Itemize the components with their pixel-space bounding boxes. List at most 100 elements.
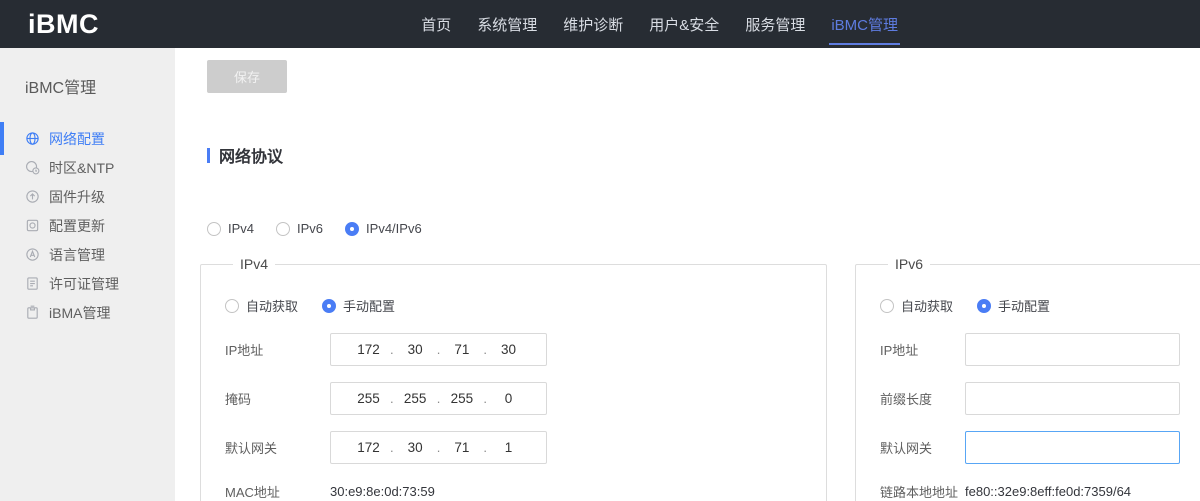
radio-label: IPv4/IPv6 <box>366 221 422 236</box>
protocol-fieldsets: IPv4 自动获取 手动配置 IP地址 172 30 71 30 <box>200 256 1200 501</box>
radio-label: 手动配置 <box>343 296 395 315</box>
ip-octet[interactable]: 30 <box>487 342 530 357</box>
nav-item-services[interactable]: 服务管理 <box>743 0 807 48</box>
ip-octet[interactable]: 255 <box>394 391 437 406</box>
timezone-clock-icon <box>25 160 40 175</box>
ipv4-legend: IPv4 <box>233 256 275 272</box>
ipv4-radio-auto[interactable]: 自动获取 <box>225 296 298 315</box>
nav-item-home[interactable]: 首页 <box>419 0 453 48</box>
ip-octet[interactable]: 71 <box>440 342 483 357</box>
ipv6-linklocal-row: 链路本地地址 fe80::32e9:8eff:fe0d:7359/64 <box>880 482 1200 501</box>
sidebar-item-label: iBMA管理 <box>49 303 110 323</box>
upgrade-arrow-icon <box>25 189 40 204</box>
config-update-icon <box>25 218 40 233</box>
nav-item-ibmc-management[interactable]: iBMC管理 <box>829 0 900 48</box>
sidebar-item-timezone-ntp[interactable]: 时区&NTP <box>0 153 175 182</box>
ipv4-gateway-input[interactable]: 172 30 71 1 <box>330 431 547 464</box>
ipv6-legend: IPv6 <box>888 256 930 272</box>
radio-ipv4[interactable]: IPv4 <box>207 221 254 236</box>
sidebar-title: iBMC管理 <box>0 48 175 98</box>
ip-octet[interactable]: 255 <box>440 391 483 406</box>
ipv6-prefix-label: 前缀长度 <box>880 389 965 408</box>
sidebar-item-firmware-upgrade[interactable]: 固件升级 <box>0 182 175 211</box>
ipv4-radio-manual[interactable]: 手动配置 <box>322 296 395 315</box>
ipv6-linklocal-value: fe80::32e9:8eff:fe0d:7359/64 <box>965 484 1131 499</box>
ipv4-ip-label: IP地址 <box>225 340 330 359</box>
radio-ipv6[interactable]: IPv6 <box>276 221 323 236</box>
ipv6-radio-auto[interactable]: 自动获取 <box>880 296 953 315</box>
ip-octet[interactable]: 172 <box>347 440 390 455</box>
sidebar-item-label: 时区&NTP <box>49 158 114 178</box>
ipv4-fieldset: IPv4 自动获取 手动配置 IP地址 172 30 71 30 <box>200 256 827 501</box>
sidebar-menu: 网络配置 时区&NTP 固件升级 配置更新 <box>0 124 175 327</box>
radio-label: 自动获取 <box>246 296 298 315</box>
radio-circle-selected[interactable] <box>345 222 359 236</box>
globe-icon <box>25 131 40 146</box>
ipv4-mac-row: MAC地址 30:e9:8e:0d:73:59 <box>225 482 802 501</box>
ip-octet[interactable]: 30 <box>394 440 437 455</box>
section-title-text: 网络协议 <box>219 143 283 167</box>
radio-label: 手动配置 <box>998 296 1050 315</box>
sidebar-item-label: 配置更新 <box>49 216 105 236</box>
ip-octet[interactable]: 71 <box>440 440 483 455</box>
section-title-accent-bar <box>207 148 210 163</box>
ipv6-fieldset: IPv6 自动获取 手动配置 IP地址 前缀长度 默认 <box>855 256 1200 501</box>
ipv6-ip-input[interactable] <box>965 333 1180 366</box>
language-icon <box>25 247 40 262</box>
section-title-network-protocol: 网络协议 <box>207 143 1200 167</box>
radio-label: 自动获取 <box>901 296 953 315</box>
nav-item-system[interactable]: 系统管理 <box>475 0 539 48</box>
radio-circle[interactable] <box>276 222 290 236</box>
sidebar-item-license[interactable]: 许可证管理 <box>0 269 175 298</box>
ipv4-mask-row: 掩码 255 255 255 0 <box>225 382 802 415</box>
ipv4-mask-input[interactable]: 255 255 255 0 <box>330 382 547 415</box>
top-header: iBMC 首页 系统管理 维护诊断 用户&安全 服务管理 iBMC管理 <box>0 0 1200 48</box>
ip-octet[interactable]: 0 <box>487 391 530 406</box>
ipv6-gateway-label: 默认网关 <box>880 438 965 457</box>
sidebar-item-label: 网络配置 <box>49 129 105 149</box>
ipv4-ip-input[interactable]: 172 30 71 30 <box>330 333 547 366</box>
radio-circle[interactable] <box>207 222 221 236</box>
ipv6-linklocal-label: 链路本地地址 <box>880 482 965 501</box>
ipv4-gateway-row: 默认网关 172 30 71 1 <box>225 431 802 464</box>
sidebar-item-label: 语言管理 <box>49 245 105 265</box>
sidebar-item-label: 固件升级 <box>49 187 105 207</box>
ipv6-ip-label: IP地址 <box>880 340 965 359</box>
ipv6-ip-row: IP地址 <box>880 333 1200 366</box>
ipv4-ip-row: IP地址 172 30 71 30 <box>225 333 802 366</box>
radio-circle[interactable] <box>225 299 239 313</box>
ipv4-gateway-label: 默认网关 <box>225 438 330 457</box>
license-doc-icon <box>25 276 40 291</box>
radio-circle-selected[interactable] <box>977 299 991 313</box>
ipv4-mac-label: MAC地址 <box>225 482 330 501</box>
radio-label: IPv4 <box>228 221 254 236</box>
sidebar-item-config-update[interactable]: 配置更新 <box>0 211 175 240</box>
sidebar-item-ibma[interactable]: iBMA管理 <box>0 298 175 327</box>
ipv6-radio-manual[interactable]: 手动配置 <box>977 296 1050 315</box>
ipv6-prefix-row: 前缀长度 <box>880 382 1200 415</box>
ipv4-mode-radio-group: 自动获取 手动配置 <box>225 296 802 315</box>
nav-item-user-security[interactable]: 用户&安全 <box>647 0 721 48</box>
save-button[interactable]: 保存 <box>207 60 287 93</box>
sidebar-item-label: 许可证管理 <box>49 274 119 294</box>
radio-label: IPv6 <box>297 221 323 236</box>
radio-ipv4-ipv6[interactable]: IPv4/IPv6 <box>345 221 422 236</box>
ip-octet[interactable]: 1 <box>487 440 530 455</box>
sidebar-item-network-config[interactable]: 网络配置 <box>0 124 175 153</box>
ipv6-gateway-input-focused[interactable] <box>965 431 1180 464</box>
main-nav: 首页 系统管理 维护诊断 用户&安全 服务管理 iBMC管理 <box>419 0 900 48</box>
ip-octet[interactable]: 30 <box>394 342 437 357</box>
radio-circle[interactable] <box>880 299 894 313</box>
ip-octet[interactable]: 255 <box>347 391 390 406</box>
ipv6-prefix-input[interactable] <box>965 382 1180 415</box>
sidebar-item-language[interactable]: 语言管理 <box>0 240 175 269</box>
ipv6-gateway-row: 默认网关 <box>880 431 1200 464</box>
ipv4-mask-label: 掩码 <box>225 389 330 408</box>
ibma-box-icon <box>25 305 40 320</box>
nav-item-maintenance[interactable]: 维护诊断 <box>561 0 625 48</box>
protocol-radio-group: IPv4 IPv6 IPv4/IPv6 <box>207 221 1200 236</box>
ip-octet[interactable]: 172 <box>347 342 390 357</box>
ipv4-mac-value: 30:e9:8e:0d:73:59 <box>330 484 435 499</box>
radio-circle-selected[interactable] <box>322 299 336 313</box>
sidebar: iBMC管理 网络配置 时区&NTP 固件升级 <box>0 48 175 501</box>
